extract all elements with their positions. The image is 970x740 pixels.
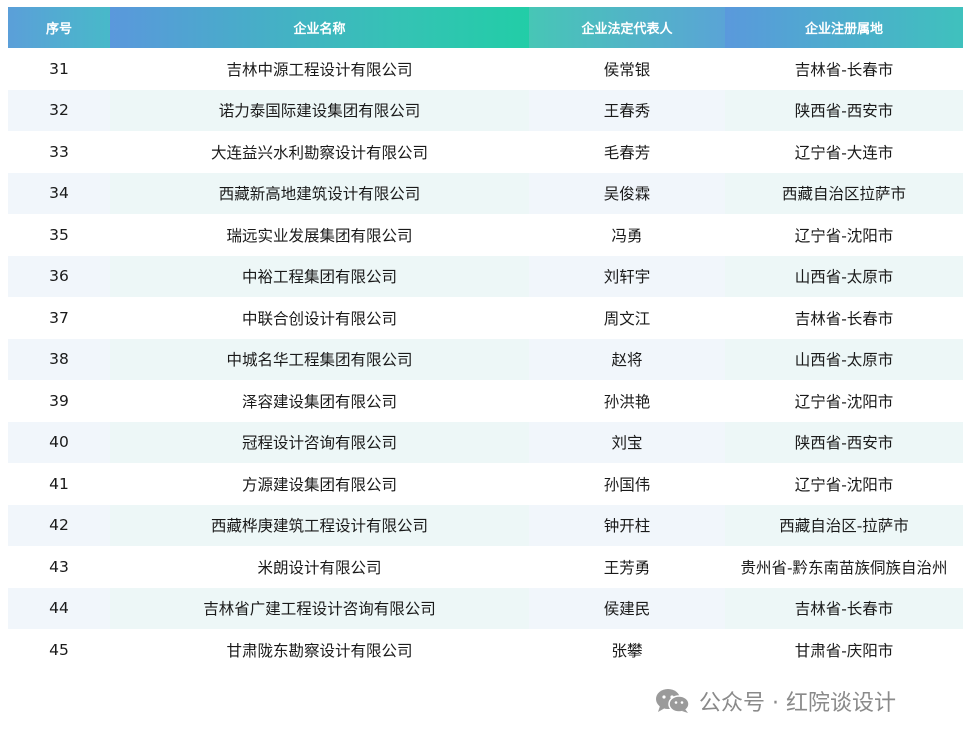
cell-legal-representative: 侯建民 [603, 600, 651, 619]
cell-legal-representative: 孙国伟 [603, 475, 651, 494]
cell-registration-location: 陕西省-西安市 [725, 421, 963, 463]
cell-legal-representative: 赵将 [611, 351, 643, 370]
cell-legal-representative: 毛春芳 [603, 143, 651, 162]
watermark-text: 公众号 · 红院谈设计 [699, 691, 896, 716]
cell-registration-location: 陕西省-西安市 [725, 89, 963, 131]
cell-registration-location: 山西省-太原市 [725, 255, 963, 297]
cell-serial-number: 40 [49, 433, 69, 452]
cell-company-name: 吉林省广建工程设计咨询有限公司 [110, 587, 529, 629]
cell-serial-number: 35 [49, 225, 69, 244]
table-row: 33 大连益兴水利勘察设计有限公司 毛春芳 辽宁省-大连市 [8, 131, 963, 173]
cell-legal-representative: 孙洪艳 [603, 392, 651, 411]
cell-registration-location: 辽宁省-沈阳市 [794, 226, 894, 245]
cell-serial-number: 33 [49, 142, 69, 161]
table-row: 45 甘肃陇东勘察设计有限公司 张攀 甘肃省-庆阳市 [8, 629, 963, 671]
cell-company-name: 冠程设计咨询有限公司 [110, 421, 529, 463]
cell-registration-location: 甘肃省-庆阳市 [794, 641, 894, 660]
cell-company-name: 泽容建设集团有限公司 [241, 392, 397, 411]
cell-serial-number: 36 [49, 267, 69, 286]
table-row: 44 吉林省广建工程设计咨询有限公司 侯建民 吉林省-长春市 [8, 587, 963, 629]
table-header: 序号 企业名称 企业法定代表人 企业注册属地 [8, 7, 963, 48]
cell-legal-representative: 张攀 [611, 641, 643, 660]
cell-company-name: 方源建设集团有限公司 [241, 475, 397, 494]
table-row: 38 中城名华工程集团有限公司 赵将 山西省-太原市 [8, 338, 963, 380]
cell-legal-representative: 周文江 [603, 309, 651, 328]
cell-company-name: 中联合创设计有限公司 [241, 309, 397, 328]
cell-serial-number: 37 [49, 308, 69, 327]
cell-company-name: 瑞远实业发展集团有限公司 [226, 226, 413, 245]
cell-company-name: 大连益兴水利勘察设计有限公司 [210, 143, 428, 162]
cell-legal-representative: 钟开柱 [603, 517, 651, 536]
table-row: 31 吉林中源工程设计有限公司 侯常银 吉林省-长春市 [8, 48, 963, 90]
cell-registration-location: 吉林省-长春市 [794, 309, 894, 328]
wechat-icon [656, 689, 690, 713]
cell-company-name: 西藏桦庚建筑工程设计有限公司 [110, 504, 529, 546]
cell-company-name: 诺力泰国际建设集团有限公司 [110, 89, 529, 131]
table-body: 31 吉林中源工程设计有限公司 侯常银 吉林省-长春市 32 诺力泰国际建设集团有限公司王… [8, 48, 963, 671]
cell-registration-location: 辽宁省-大连市 [794, 143, 894, 162]
cell-serial-number: 34 [49, 184, 69, 203]
cell-registration-location: 辽宁省-沈阳市 [794, 392, 894, 411]
cell-company-name: 西藏新高地建筑设计有限公司 [110, 172, 529, 214]
cell-company-name: 吉林中源工程设计有限公司 [226, 60, 413, 79]
cell-legal-representative: 吴俊霖 [603, 185, 651, 204]
cell-serial-number: 31 [49, 59, 69, 78]
table-row: 37 中联合创设计有限公司 周文江 吉林省-长春市 [8, 297, 963, 339]
cell-legal-representative: 冯勇 [611, 226, 643, 245]
cell-legal-representative: 王春秀 [603, 102, 651, 121]
cell-serial-number: 41 [49, 474, 69, 493]
company-table: 序号 企业名称 企业法定代表人 企业注册属地 31 吉林中源工程设计有限公司 侯常银… [8, 7, 963, 671]
cell-serial-number: 39 [49, 391, 69, 410]
cell-registration-location: 吉林省-长春市 [725, 587, 963, 629]
cell-legal-representative: 王芳勇 [603, 558, 651, 577]
cell-legal-representative: 刘宝 [611, 434, 643, 453]
table-row: 32 诺力泰国际建设集团有限公司 王春秀 陕西省-西安市 [8, 89, 963, 131]
table-row: 43 米朗设计有限公司 王芳勇 贵州省-黔东南苗族侗族自治州 [8, 546, 963, 588]
cell-serial-number: 32 [49, 101, 69, 120]
cell-serial-number: 42 [49, 516, 69, 535]
cell-registration-location: 山西省-太原市 [725, 338, 963, 380]
cell-registration-location: 吉林省-长春市 [794, 60, 894, 79]
cell-serial-number: 44 [49, 599, 69, 618]
header-registration-location: 企业注册属地 [725, 7, 963, 48]
cell-registration-location: 西藏自治区-拉萨市 [725, 504, 963, 546]
table-row: 35 瑞远实业发展集团有限公司 冯勇 辽宁省-沈阳市 [8, 214, 963, 256]
cell-company-name: 中城名华工程集团有限公司 [110, 338, 529, 380]
cell-company-name: 米朗设计有限公司 [257, 558, 382, 577]
cell-serial-number: 38 [49, 350, 69, 369]
cell-legal-representative: 刘轩宇 [603, 268, 651, 287]
table-row: 42 西藏桦庚建筑工程设计有限公司 钟开柱 西藏自治区-拉萨市 [8, 504, 963, 546]
table-row: 41 方源建设集团有限公司 孙国伟 辽宁省-沈阳市 [8, 463, 963, 505]
header-company-name: 企业名称 [110, 7, 529, 48]
cell-legal-representative: 侯常银 [603, 60, 651, 79]
cell-company-name: 甘肃陇东勘察设计有限公司 [226, 641, 413, 660]
watermark: 公众号 · 红院谈设计 [655, 685, 896, 717]
cell-company-name: 中裕工程集团有限公司 [110, 255, 529, 297]
header-serial-number: 序号 [8, 7, 110, 48]
table-row: 40 冠程设计咨询有限公司 刘宝 陕西省-西安市 [8, 421, 963, 463]
cell-registration-location: 西藏自治区拉萨市 [725, 172, 963, 214]
table-row: 36 中裕工程集团有限公司 刘轩宇 山西省-太原市 [8, 255, 963, 297]
header-legal-representative: 企业法定代表人 [529, 7, 725, 48]
cell-registration-location: 辽宁省-沈阳市 [794, 475, 894, 494]
cell-serial-number: 45 [49, 640, 69, 659]
table-row: 34 西藏新高地建筑设计有限公司 吴俊霖 西藏自治区拉萨市 [8, 172, 963, 214]
table-row: 39 泽容建设集团有限公司 孙洪艳 辽宁省-沈阳市 [8, 380, 963, 422]
cell-serial-number: 43 [49, 557, 69, 576]
cell-registration-location: 贵州省-黔东南苗族侗族自治州 [740, 558, 948, 577]
